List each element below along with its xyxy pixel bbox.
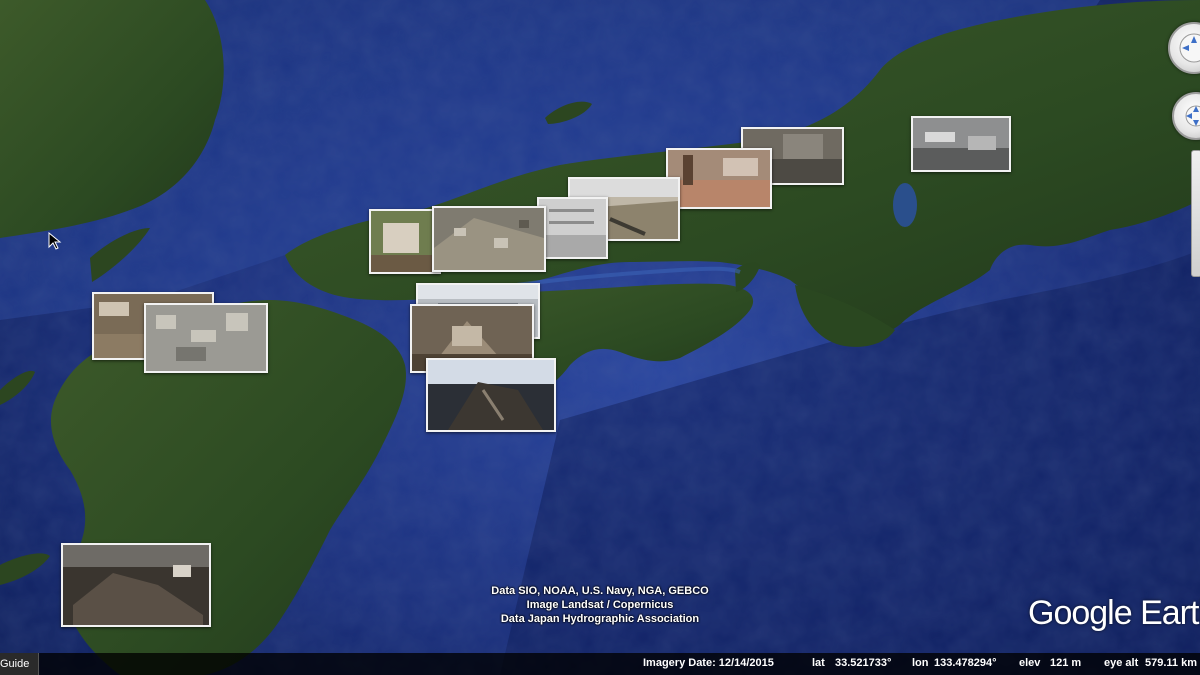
photo-marker-muddy-room[interactable]: [666, 148, 772, 209]
lat-value: 33.521733°: [835, 657, 892, 669]
photo-marker-kinki-flood[interactable]: [911, 116, 1011, 172]
photo-marker-okayama-house[interactable]: [369, 209, 441, 274]
eye-alt-value: 579.11 km: [1145, 657, 1197, 669]
elev-value: 121 m: [1050, 657, 1082, 669]
attribution-line-2: Image Landsat / Copernicus: [526, 599, 674, 611]
eye-alt-label: eye alt: [1104, 657, 1139, 669]
lon-label: lon: [912, 657, 929, 669]
photo-marker-kagoshima-debris[interactable]: [61, 543, 211, 627]
data-attribution: Data SIO, NOAA, U.S. Navy, NGA, GEBCO Im…: [420, 584, 780, 626]
google-earth-logo: Google Earth: [1028, 594, 1200, 632]
photo-marker-building-wall[interactable]: [537, 197, 608, 259]
elev-label: elev: [1019, 657, 1041, 669]
lon-value: 133.478294°: [934, 657, 997, 669]
zoom-slider-icon[interactable]: [1191, 150, 1200, 277]
photo-marker-aerial-flood[interactable]: [144, 303, 268, 373]
photo-marker-aerial-town[interactable]: [432, 206, 546, 272]
photo-marker-kyushu-house[interactable]: [426, 358, 556, 432]
imagery-date: Imagery Date: 12/14/2015: [643, 657, 774, 669]
attribution-line-1: Data SIO, NOAA, U.S. Navy, NGA, GEBCO: [491, 585, 709, 597]
lake-biwa: [893, 183, 917, 227]
tour-guide-button[interactable]: Guide: [0, 653, 39, 675]
lat-label: lat: [812, 657, 825, 669]
mouse-cursor-icon: [48, 232, 62, 250]
navigation-compass-icon[interactable]: [1168, 22, 1200, 74]
look-around-icon[interactable]: [1172, 92, 1200, 140]
attribution-line-3: Data Japan Hydrographic Association: [500, 613, 700, 625]
status-bar: Imagery Date: 12/14/2015 lat 33.521733° …: [0, 653, 1200, 675]
